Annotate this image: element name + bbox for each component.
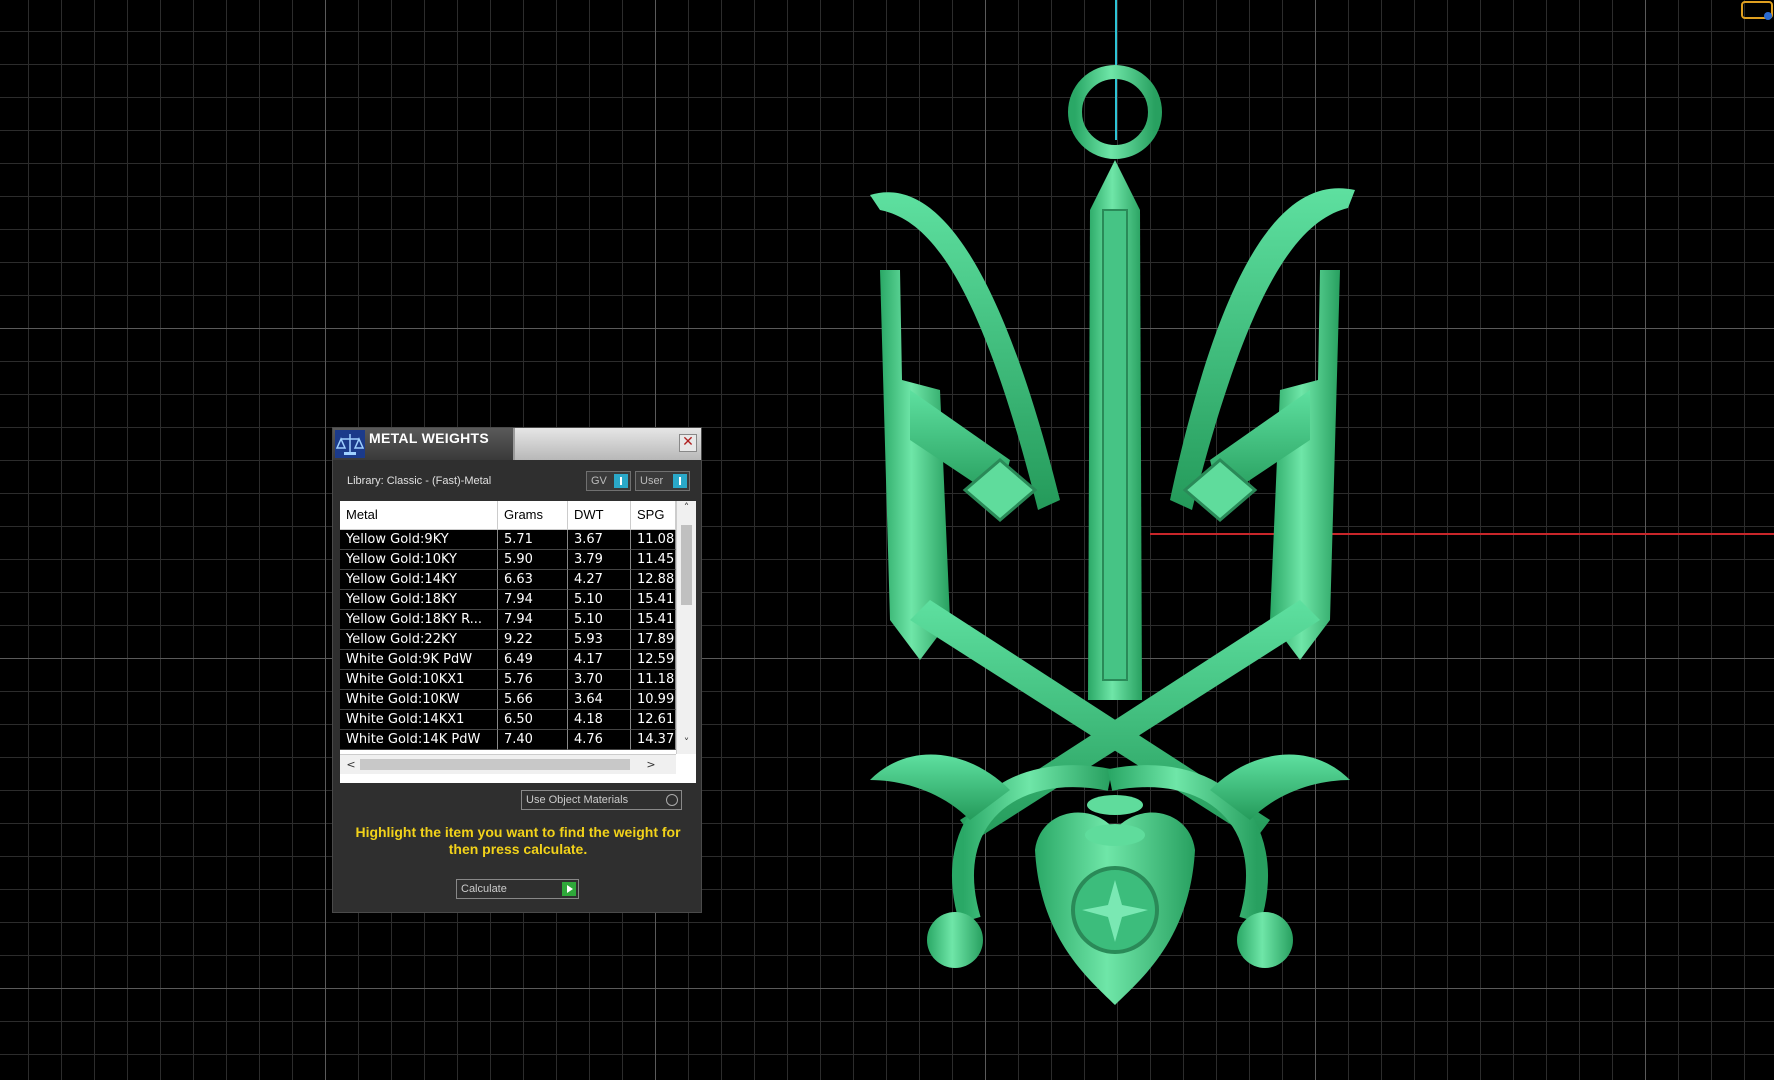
metal-weights-dialog: METAL WEIGHTS ✕ Library: Classic - (Fast… (332, 427, 702, 913)
grams-cell: 5.71 (498, 530, 568, 550)
dwt-cell: 3.64 (568, 690, 631, 710)
metal-cell: Yellow Gold:22KY (340, 630, 498, 650)
metal-cell: Yellow Gold:9KY (340, 530, 498, 550)
spg-cell: 12.59 (631, 650, 676, 670)
column-header-spg[interactable]: SPG (631, 501, 676, 529)
dwt-cell: 4.27 (568, 570, 631, 590)
calculate-label: Calculate (461, 883, 507, 895)
table-row[interactable]: Yellow Gold:18KY R... 7.94 5.10 15.41 (340, 610, 676, 630)
table-row[interactable]: Yellow Gold:14KY 6.63 4.27 12.88 (340, 570, 676, 590)
spg-cell: 17.89 (631, 630, 676, 650)
instruction-text: Highlight the item you want to find the … (355, 824, 681, 857)
metal-cell: Yellow Gold:18KY R... (340, 610, 498, 630)
column-header-metal[interactable]: Metal (340, 501, 498, 529)
table-row[interactable]: White Gold:10KX1 5.76 3.70 11.18 (340, 670, 676, 690)
spg-cell: 15.41 (631, 610, 676, 630)
metal-table: Metal Grams DWT SPG Yellow Gold:9KY 5.71… (340, 501, 696, 783)
scroll-left-icon[interactable]: < (342, 755, 360, 774)
table-row[interactable]: Yellow Gold:18KY 7.94 5.10 15.41 (340, 590, 676, 610)
dialog-title-tab: METAL WEIGHTS (333, 428, 515, 460)
spg-cell: 12.88 (631, 570, 676, 590)
metal-cell: White Gold:10KX1 (340, 670, 498, 690)
metal-cell: Yellow Gold:18KY (340, 590, 498, 610)
vertical-scroll-thumb[interactable] (681, 525, 692, 605)
spg-cell: 11.45 (631, 550, 676, 570)
dialog-title: METAL WEIGHTS (369, 430, 490, 446)
view-cube-icon[interactable] (1738, 0, 1774, 22)
dwt-cell: 4.18 (568, 710, 631, 730)
table-row[interactable]: Yellow Gold:10KY 5.90 3.79 11.45 (340, 550, 676, 570)
table-row[interactable]: Yellow Gold:9KY 5.71 3.67 11.08 (340, 530, 676, 550)
spg-cell: 14.37 (631, 730, 676, 750)
gv-label: GV (591, 475, 607, 487)
library-label: Library: Classic - (Fast)-Metal (347, 475, 492, 487)
use-object-materials-checkbox[interactable]: Use Object Materials (521, 790, 682, 810)
spg-cell: 12.61 (631, 710, 676, 730)
grams-cell: 7.94 (498, 590, 568, 610)
grams-cell: 7.94 (498, 610, 568, 630)
radio-icon (666, 794, 678, 806)
metal-cell: White Gold:14KX1 (340, 710, 498, 730)
vertical-scrollbar[interactable]: ˄ ˅ (676, 501, 696, 754)
dwt-cell: 3.67 (568, 530, 631, 550)
dwt-cell: 5.10 (568, 610, 631, 630)
3d-viewport[interactable] (0, 0, 1774, 1080)
gv-toggle-button[interactable]: GV (586, 471, 631, 491)
metal-cell: White Gold:14K PdW (340, 730, 498, 750)
table-row[interactable]: White Gold:14KX1 6.50 4.18 12.61 (340, 710, 676, 730)
close-icon[interactable]: ✕ (679, 434, 697, 452)
metal-cell: Yellow Gold:10KY (340, 550, 498, 570)
spg-cell: 10.99 (631, 690, 676, 710)
grams-cell: 5.90 (498, 550, 568, 570)
column-header-dwt[interactable]: DWT (568, 501, 631, 529)
table-header: Metal Grams DWT SPG (340, 501, 676, 530)
scale-logo-icon (335, 430, 365, 458)
scroll-up-icon[interactable]: ˄ (677, 501, 696, 519)
grams-cell: 5.66 (498, 690, 568, 710)
toggle-icon (614, 474, 628, 488)
metal-cell: White Gold:9K PdW (340, 650, 498, 670)
scroll-right-icon[interactable]: > (642, 755, 660, 774)
toggle-icon (673, 474, 687, 488)
grams-cell: 6.50 (498, 710, 568, 730)
dwt-cell: 4.17 (568, 650, 631, 670)
grams-cell: 6.49 (498, 650, 568, 670)
scroll-down-icon[interactable]: ˅ (677, 736, 696, 754)
spg-cell: 15.41 (631, 590, 676, 610)
trident-pendant-model[interactable] (850, 60, 1370, 1020)
grams-cell: 6.63 (498, 570, 568, 590)
user-toggle-button[interactable]: User (635, 471, 690, 491)
column-header-grams[interactable]: Grams (498, 501, 568, 529)
grams-cell: 7.40 (498, 730, 568, 750)
spg-cell: 11.18 (631, 670, 676, 690)
dwt-cell: 3.79 (568, 550, 631, 570)
horizontal-scrollbar[interactable]: < > (340, 754, 676, 774)
table-row[interactable]: White Gold:9K PdW 6.49 4.17 12.59 (340, 650, 676, 670)
user-label: User (640, 475, 664, 487)
dwt-cell: 5.10 (568, 590, 631, 610)
table-row[interactable]: White Gold:14K PdW 7.40 4.76 14.37 (340, 730, 676, 750)
metal-cell: Yellow Gold:14KY (340, 570, 498, 590)
dwt-cell: 5.93 (568, 630, 631, 650)
table-row[interactable]: White Gold:10KW 5.66 3.64 10.99 (340, 690, 676, 710)
spg-cell: 11.08 (631, 530, 676, 550)
grams-cell: 9.22 (498, 630, 568, 650)
use-object-materials-label: Use Object Materials (526, 794, 629, 806)
dwt-cell: 3.70 (568, 670, 631, 690)
metal-cell: White Gold:10KW (340, 690, 498, 710)
calculate-button[interactable]: Calculate (456, 879, 579, 899)
dialog-titlebar[interactable]: METAL WEIGHTS ✕ (333, 428, 701, 460)
horizontal-scroll-thumb[interactable] (360, 759, 630, 770)
play-icon (562, 882, 576, 896)
table-row[interactable]: Yellow Gold:22KY 9.22 5.93 17.89 (340, 630, 676, 650)
dwt-cell: 4.76 (568, 730, 631, 750)
grams-cell: 5.76 (498, 670, 568, 690)
table-body: Yellow Gold:9KY 5.71 3.67 11.08 Yellow G… (340, 530, 676, 754)
